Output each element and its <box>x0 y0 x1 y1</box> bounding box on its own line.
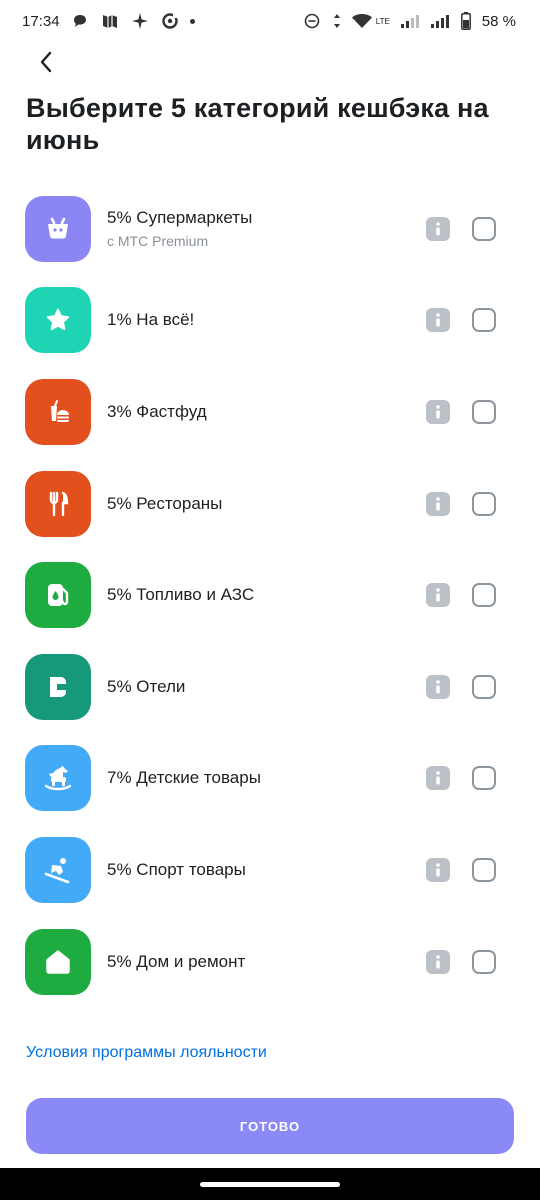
basket-icon <box>25 195 91 262</box>
chevron-left-icon <box>40 51 52 73</box>
refresh-app-icon <box>160 11 180 31</box>
signal-icon-2 <box>430 11 450 31</box>
info-icon[interactable] <box>426 491 450 516</box>
home-gesture-handle[interactable] <box>200 1181 340 1187</box>
fork-knife-icon <box>25 470 91 537</box>
back-button[interactable] <box>28 44 64 80</box>
info-icon[interactable] <box>426 949 450 974</box>
notification-dot-icon <box>189 18 195 24</box>
category-row[interactable]: 1% На всё! <box>0 275 540 367</box>
category-checkbox[interactable] <box>472 949 496 974</box>
house-icon <box>25 928 91 995</box>
status-time: 17:34 <box>22 12 60 30</box>
skier-icon <box>25 836 91 903</box>
category-checkbox[interactable] <box>472 399 496 424</box>
sparkle-icon <box>130 11 150 31</box>
do-not-disturb-icon <box>302 11 322 31</box>
category-list: 5% Супермаркеты с МТС Premium 1% На всё! 3%… <box>0 183 540 1007</box>
burger-drink-icon <box>25 378 91 445</box>
bed-icon <box>25 653 91 720</box>
battery-icon <box>460 11 472 31</box>
info-icon[interactable] <box>426 583 450 608</box>
category-row[interactable]: 3% Фастфуд <box>0 366 540 458</box>
battery-percent: 58 % <box>481 12 516 30</box>
map-app-icon <box>100 11 120 31</box>
category-checkbox[interactable] <box>472 766 496 791</box>
ready-button[interactable]: ГОТОВО <box>26 1098 514 1154</box>
info-icon[interactable] <box>426 857 450 882</box>
loyalty-terms-link[interactable]: Условия программы лояльности <box>26 1044 267 1062</box>
category-checkbox[interactable] <box>472 674 496 699</box>
category-checkbox[interactable] <box>472 583 496 608</box>
fuel-pump-icon <box>25 562 91 629</box>
category-checkbox[interactable] <box>472 308 496 333</box>
status-bar: 17:34 LTE 58 % <box>0 0 540 42</box>
category-checkbox[interactable] <box>472 491 496 516</box>
info-icon[interactable] <box>426 399 450 424</box>
page-title: Выберите 5 категорий кешбэка на июнь <box>26 93 489 155</box>
category-row[interactable]: 5% Топливо и АЗС <box>0 549 540 641</box>
rocking-horse-icon <box>25 745 91 812</box>
category-row[interactable]: 5% Спорт товары <box>0 824 540 916</box>
network-type: LTE <box>375 16 390 26</box>
star-icon <box>25 287 91 354</box>
info-icon[interactable] <box>426 674 450 699</box>
wifi-icon <box>351 11 372 31</box>
category-checkbox[interactable] <box>472 857 496 882</box>
info-icon[interactable] <box>426 308 450 333</box>
category-row[interactable]: 5% Дом и ремонт <box>0 916 540 1008</box>
category-row[interactable]: 5% Супермаркеты с МТС Premium <box>0 183 540 275</box>
info-icon[interactable] <box>426 766 450 791</box>
status-left: 17:34 <box>22 11 195 31</box>
category-checkbox[interactable] <box>472 216 496 241</box>
system-nav-bar <box>0 1168 540 1200</box>
category-row[interactable]: 7% Детские товары <box>0 733 540 825</box>
ready-button-label: ГОТОВО <box>239 1118 301 1134</box>
category-row[interactable]: 5% Рестораны <box>0 458 540 550</box>
data-transfer-icon <box>332 11 342 31</box>
category-row[interactable]: 5% Отели <box>0 641 540 733</box>
info-icon[interactable] <box>426 216 450 241</box>
chat-bubble-icon <box>70 11 90 31</box>
signal-icon <box>400 11 420 31</box>
status-right: LTE 58 % <box>302 11 516 31</box>
